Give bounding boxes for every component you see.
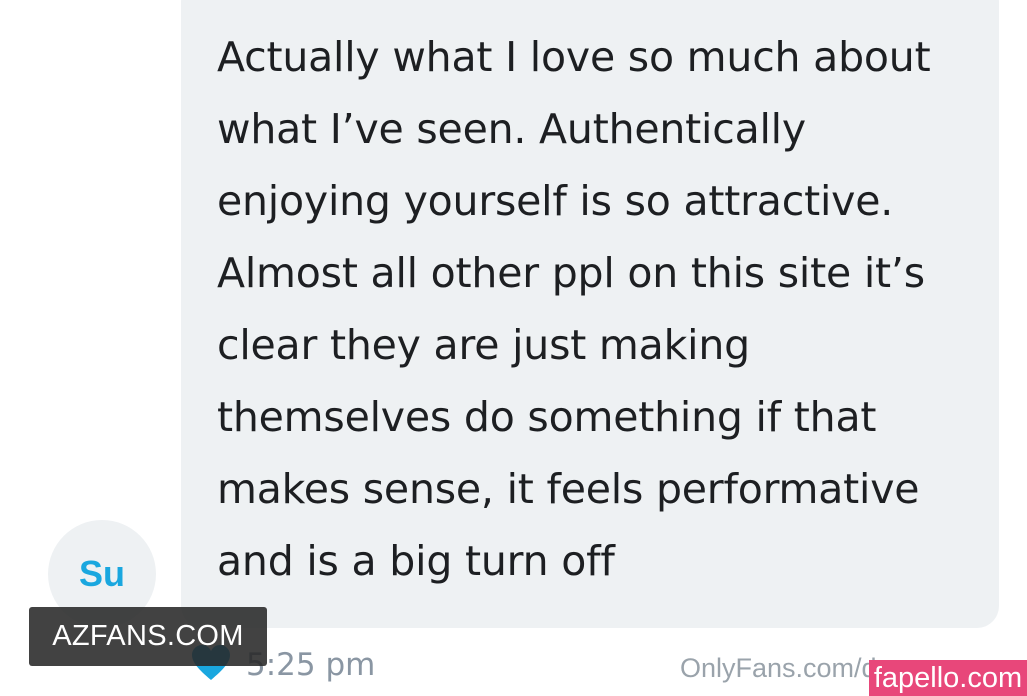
fapello-watermark: fapello.com bbox=[869, 660, 1027, 696]
azfans-watermark: AZFANS.COM bbox=[29, 607, 267, 666]
message-line: and is a big turn off bbox=[217, 537, 615, 585]
message-line: makes sense, it feels performative bbox=[217, 465, 920, 513]
message-line: Actually what I love so much about bbox=[217, 33, 931, 81]
message-bubble[interactable] bbox=[181, 0, 999, 628]
message-line: what I’ve seen. Authentically bbox=[217, 105, 806, 153]
message-line: Almost all other ppl on this site it’s bbox=[217, 249, 925, 297]
message-line: enjoying yourself is so attractive. bbox=[217, 177, 894, 225]
onlyfans-url-watermark: OnlyFans.com/d... bbox=[680, 653, 900, 683]
message-line: clear they are just making bbox=[217, 321, 750, 369]
message-line: themselves do something if that bbox=[217, 393, 877, 441]
